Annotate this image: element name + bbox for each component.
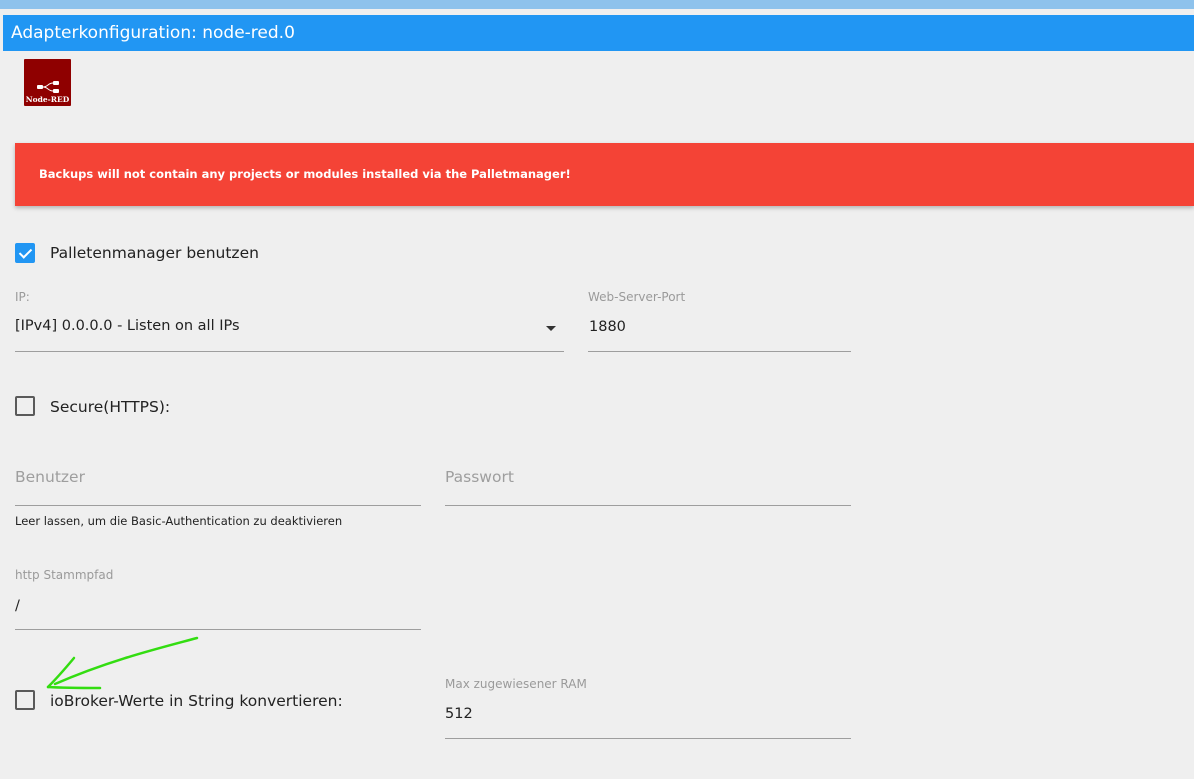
backup-warning-alert: Backups will not contain any projects or… — [15, 143, 1194, 206]
http-root-label: http Stammpfad — [15, 568, 114, 582]
dialog-title: Adapterkonfiguration: node-red.0 — [11, 23, 295, 43]
port-label: Web-Server-Port — [588, 290, 686, 304]
node-red-flow-icon — [37, 81, 59, 93]
ip-label: IP: — [15, 290, 30, 304]
palette-manager-checkbox[interactable] — [15, 243, 35, 263]
palette-manager-label: Palletenmanager benutzen — [50, 244, 259, 262]
logo-text: Node-RED — [25, 95, 70, 104]
port-input-underline — [588, 351, 851, 352]
max-ram-input[interactable]: 512 — [445, 706, 473, 722]
node-red-logo: Node-RED — [24, 59, 71, 106]
user-input-underline — [15, 505, 421, 506]
http-root-input[interactable]: / — [15, 598, 20, 614]
secure-https-label: Secure(HTTPS): — [50, 398, 171, 416]
ip-select-value[interactable]: [IPv4] 0.0.0.0 - Listen on all IPs — [15, 318, 240, 334]
user-helper-text: Leer lassen, um die Basic-Authentication… — [15, 514, 343, 528]
dialog-title-bar: Adapterkonfiguration: node-red.0 — [3, 15, 1194, 51]
convert-strings-label: ioBroker-Werte in String konvertieren: — [50, 692, 343, 710]
max-ram-underline — [445, 738, 851, 739]
port-input[interactable]: 1880 — [589, 319, 626, 335]
alert-text: Backups will not contain any projects or… — [39, 167, 571, 181]
chevron-down-icon[interactable] — [546, 326, 556, 331]
password-input[interactable]: Passwort — [445, 468, 514, 486]
http-root-underline — [15, 629, 421, 630]
max-ram-label: Max zugewiesener RAM — [445, 677, 587, 691]
convert-strings-checkbox[interactable] — [15, 690, 35, 710]
top-window-strip — [0, 0, 1194, 9]
ip-select-underline — [15, 351, 564, 352]
annotation-arrow-icon — [46, 636, 199, 690]
user-input[interactable]: Benutzer — [15, 468, 85, 486]
password-input-underline — [445, 505, 851, 506]
secure-https-checkbox[interactable] — [15, 396, 35, 416]
